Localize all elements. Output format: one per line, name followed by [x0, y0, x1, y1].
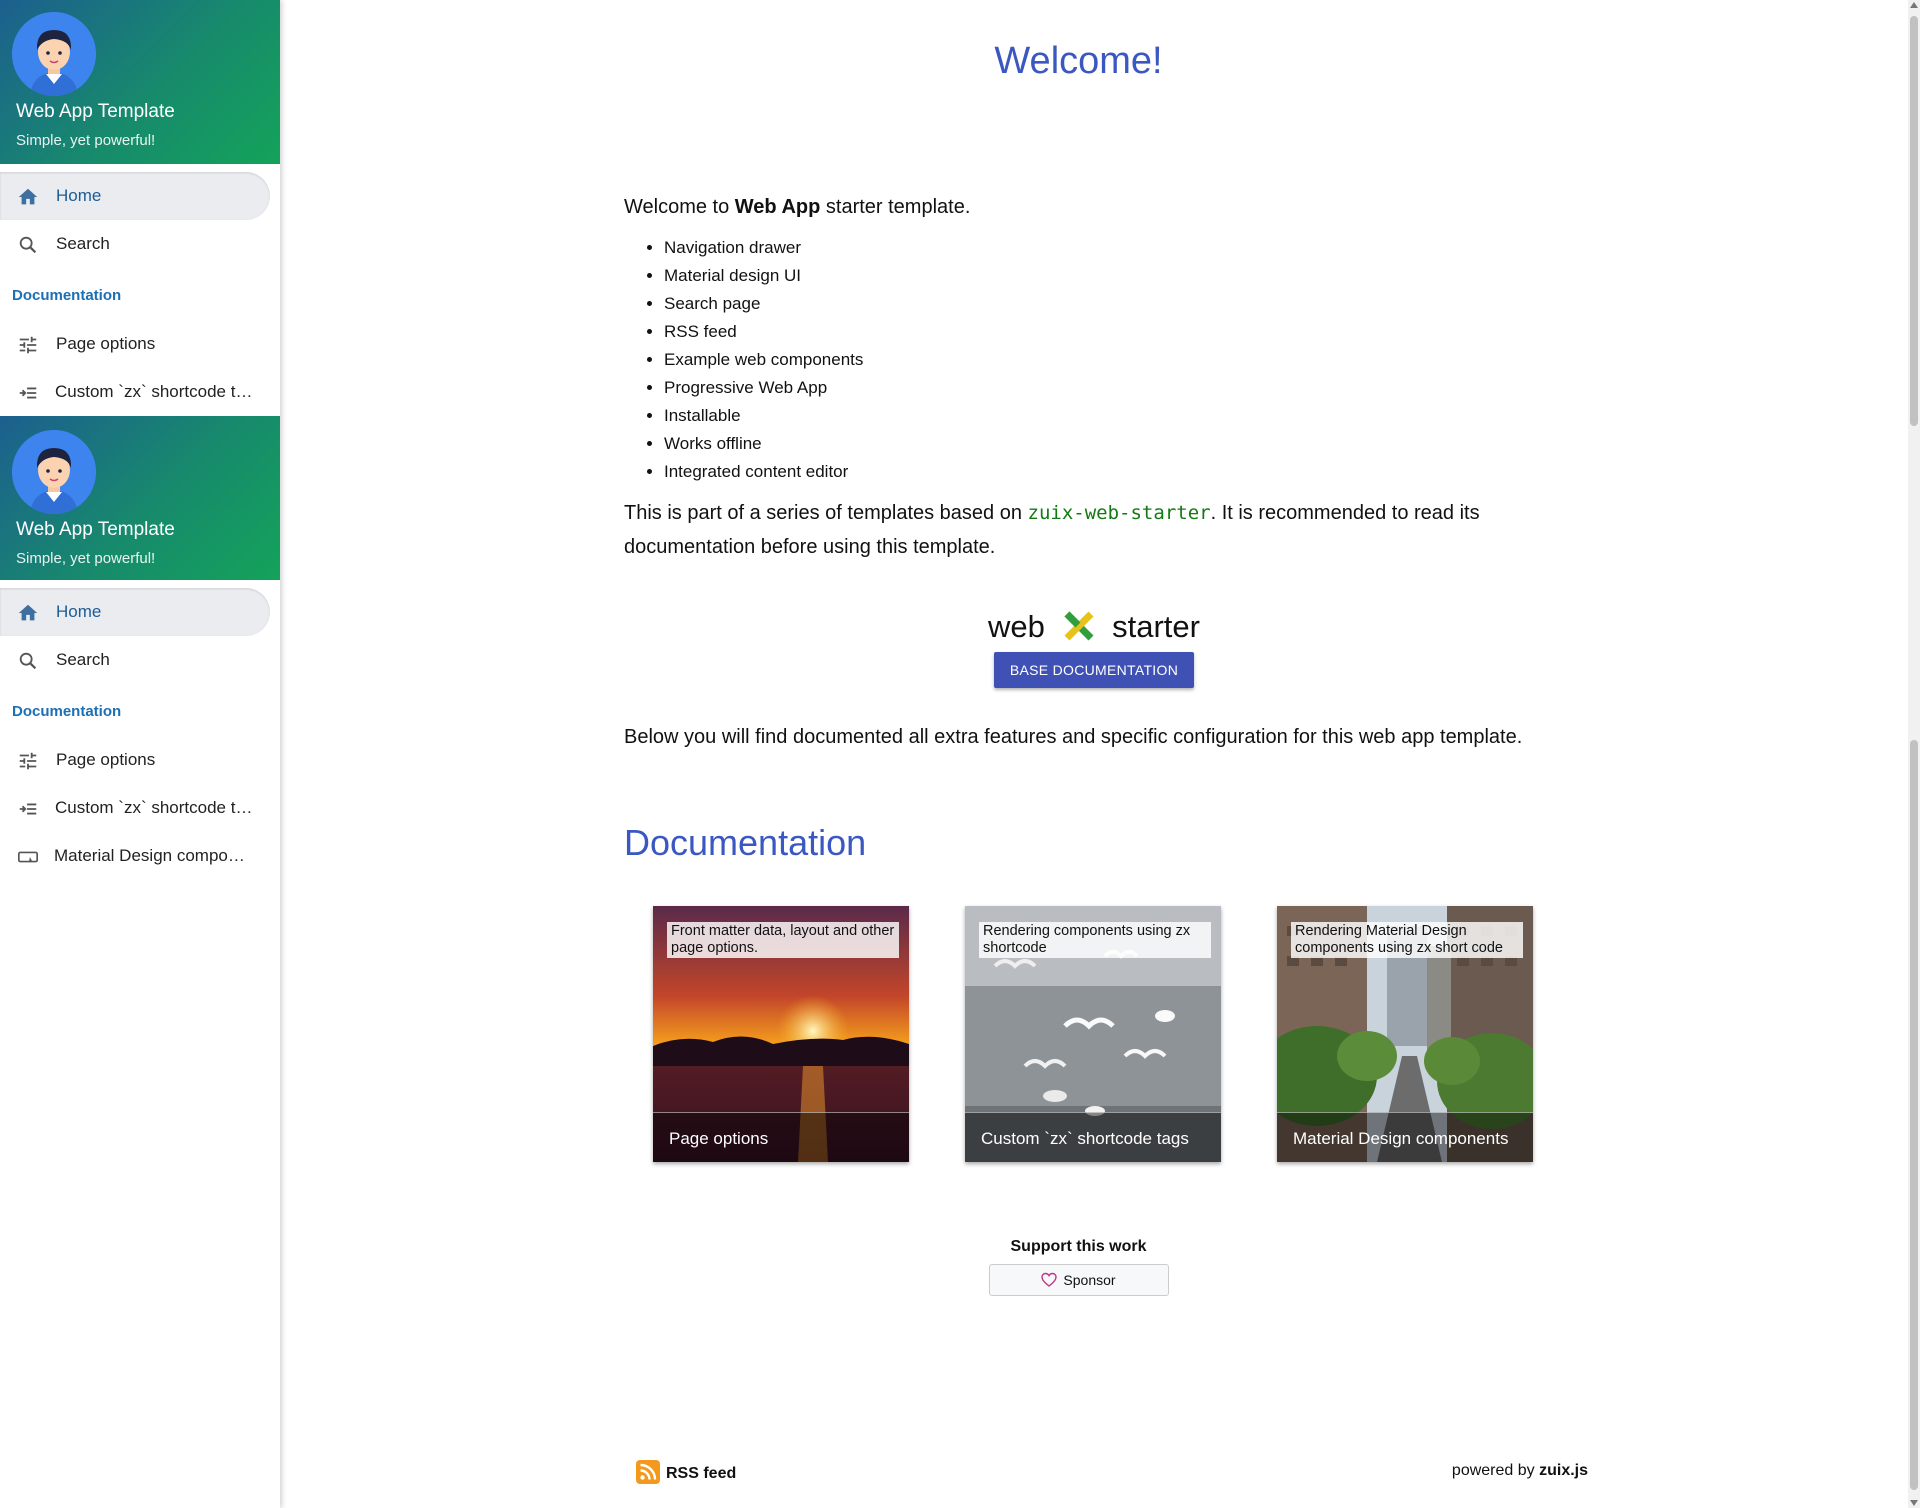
card-description: Front matter data, layout and other page…	[667, 922, 899, 958]
nav-item-label: Page options	[56, 750, 156, 769]
drawer-header-duplicate: Web App Template Simple, yet powerful!	[0, 416, 280, 580]
drawer-title: Web App Template	[16, 519, 175, 540]
drawer-header: Web App Template Simple, yet powerful!	[0, 0, 280, 164]
nav-item-home[interactable]: Home	[0, 588, 270, 636]
series-paragraph: This is part of a series of templates ba…	[624, 496, 1584, 564]
tune-icon	[17, 334, 39, 356]
nav-item-page-options[interactable]: Page options	[0, 320, 280, 368]
search-icon	[17, 234, 39, 256]
nav-item-page-options[interactable]: Page options	[0, 736, 280, 784]
list-item: Progressive Web App	[664, 374, 1584, 402]
card-caption: Material Design components	[1277, 1112, 1533, 1162]
format-indent-icon	[17, 798, 39, 820]
button-icon	[17, 846, 39, 868]
rss-feed-link[interactable]: RSS feed	[636, 1460, 736, 1484]
powered-prefix: powered by	[1451, 1462, 1540, 1479]
sponsor-label: Sponsor	[1063, 1272, 1116, 1288]
rss-icon	[636, 1460, 660, 1484]
main-content: Welcome! Welcome to Web App starter temp…	[280, 0, 1908, 1508]
scroll-up-arrow[interactable]	[1910, 2, 1918, 8]
scroll-thumb[interactable]	[1910, 16, 1918, 426]
logo-text-right: starter	[1112, 609, 1200, 644]
navigation-drawer: Web App Template Simple, yet powerful! H…	[0, 0, 280, 1508]
intro-section: Welcome to Web App starter template. Nav…	[624, 190, 1584, 748]
card-caption: Page options	[653, 1112, 909, 1162]
zuix-link[interactable]: zuix.js	[1539, 1462, 1588, 1479]
search-icon	[17, 650, 39, 672]
series-text: This is part of a series of templates ba…	[624, 502, 1028, 524]
nav-item-label: Home	[56, 602, 102, 621]
nav-item-custom-shortcode[interactable]: Custom `zx` shortcode t…	[0, 368, 280, 416]
list-item: Integrated content editor	[664, 458, 1584, 486]
list-item: Installable	[664, 402, 1584, 430]
avatar	[12, 12, 96, 96]
intro-text-end: starter template.	[820, 196, 971, 218]
logo-text-left: web	[988, 609, 1045, 644]
nav-item-label: Home	[56, 186, 102, 205]
card-custom-shortcode[interactable]: Rendering components using zx shortcode …	[965, 906, 1221, 1162]
card-caption: Custom `zx` shortcode tags	[965, 1112, 1221, 1162]
sponsor-button[interactable]: Sponsor	[988, 1264, 1169, 1296]
nav-list: Home Search Documentation Page options C…	[0, 588, 280, 880]
nav-section-title: Documentation	[12, 703, 122, 720]
nav-item-search[interactable]: Search	[0, 636, 280, 684]
below-paragraph: Below you will find documented all extra…	[624, 726, 1523, 748]
web-starter-logo-block: web starter BASE DOCUMENTATION	[624, 606, 1564, 688]
list-item: RSS feed	[664, 318, 1584, 346]
starter-link[interactable]: zuix-web-starter	[1028, 502, 1211, 524]
card-description: Rendering Material Design components usi…	[1291, 922, 1523, 958]
nav-item-label: Material Design compon…	[54, 846, 254, 865]
nav-list-top: Home Search Documentation Page options C…	[0, 172, 280, 416]
avatar-icon	[12, 430, 96, 514]
nav-item-search[interactable]: Search	[0, 220, 280, 268]
nav-section-title: Documentation	[12, 287, 122, 304]
home-icon	[17, 186, 39, 208]
web-starter-logo: web starter	[624, 606, 1564, 648]
intro-bold: Web App	[734, 196, 821, 218]
zuix-logo-icon	[1064, 611, 1093, 641]
nav-item-home[interactable]: Home	[0, 172, 270, 220]
nav-item-label: Search	[56, 234, 110, 253]
nav-item-material-design[interactable]: Material Design compon…	[0, 832, 280, 880]
scroll-down-arrow[interactable]	[1910, 1500, 1918, 1506]
avatar-icon	[12, 12, 96, 96]
drawer-subtitle: Simple, yet powerful!	[16, 550, 156, 567]
format-indent-icon	[17, 382, 39, 404]
list-item: Navigation drawer	[664, 234, 1584, 262]
drawer-title: Web App Template	[16, 101, 175, 122]
page-title: Welcome!	[994, 40, 1163, 82]
nav-item-label: Search	[56, 650, 110, 669]
powered-by: powered by zuix.js	[1452, 1462, 1588, 1480]
heart-icon	[1041, 1272, 1058, 1287]
base-documentation-button[interactable]: BASE DOCUMENTATION	[993, 652, 1195, 688]
home-icon	[17, 602, 39, 624]
scroll-thumb[interactable]	[1910, 740, 1918, 1490]
tune-icon	[17, 750, 39, 772]
list-item: Search page	[664, 290, 1584, 318]
list-item: Works offline	[664, 430, 1584, 458]
nav-item-label: Custom `zx` shortcode t…	[55, 798, 253, 817]
nav-item-custom-shortcode[interactable]: Custom `zx` shortcode t…	[0, 784, 280, 832]
feature-list: Navigation drawer Material design UI Sea…	[624, 234, 1584, 486]
drawer-subtitle: Simple, yet powerful!	[16, 132, 156, 149]
nav-item-label: Page options	[56, 334, 156, 353]
card-description: Rendering components using zx shortcode	[979, 922, 1211, 958]
intro-text: Welcome to	[624, 196, 735, 218]
card-page-options[interactable]: Front matter data, layout and other page…	[653, 906, 909, 1162]
avatar	[12, 430, 96, 514]
list-item: Material design UI	[664, 262, 1584, 290]
nav-item-label: Custom `zx` shortcode t…	[55, 382, 253, 401]
card-material-design[interactable]: Rendering Material Design components usi…	[1277, 906, 1533, 1162]
page-scrollbar[interactable]	[1908, 0, 1920, 1508]
list-item: Example web components	[664, 346, 1584, 374]
support-title: Support this work	[1010, 1238, 1147, 1255]
support-section: Support this work Sponsor	[280, 1238, 1877, 1296]
documentation-heading: Documentation	[624, 822, 867, 863]
rss-label: RSS feed	[666, 1465, 737, 1482]
intro-paragraph: Welcome to Web App starter template.	[624, 190, 1584, 224]
